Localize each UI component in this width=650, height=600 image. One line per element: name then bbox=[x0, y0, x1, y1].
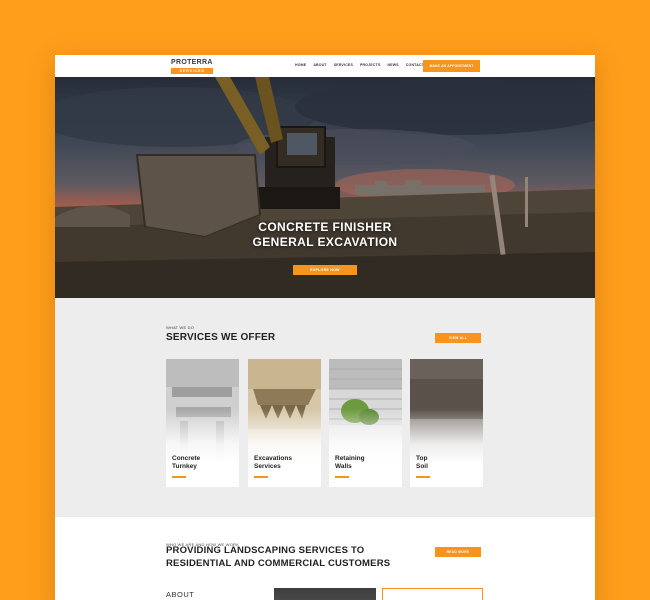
service-card-concrete[interactable]: Concrete Turnkey bbox=[166, 359, 239, 487]
about-section: WHO WE ARE AND HOW WE WORK PROVIDING LAN… bbox=[55, 517, 595, 600]
explore-now-button[interactable]: EXPLORE NOW bbox=[293, 265, 357, 275]
about-label: ABOUT bbox=[166, 590, 195, 599]
service-card-title: Top Soil bbox=[416, 455, 428, 470]
service-card-excavations[interactable]: Excavations Services bbox=[248, 359, 321, 487]
service-card-top-soil[interactable]: Top Soil bbox=[410, 359, 483, 487]
read-more-button[interactable]: READ MORE bbox=[435, 547, 481, 557]
services-eyebrow: WHAT WE DO bbox=[166, 325, 195, 330]
service-card-title: Retaining Walls bbox=[335, 455, 365, 470]
card-underline bbox=[254, 476, 268, 478]
card-underline bbox=[335, 476, 349, 478]
about-info-box bbox=[382, 588, 483, 600]
main-nav: HOME ABOUT SERVICES PROJECTS NEWS CONTAC… bbox=[295, 63, 424, 67]
nav-news[interactable]: NEWS bbox=[387, 63, 398, 67]
site-header: PROTERRA SERVICES HOME ABOUT SERVICES PR… bbox=[55, 55, 595, 77]
logo-tagline: SERVICES bbox=[171, 68, 213, 74]
service-card-title: Excavations Services bbox=[254, 455, 292, 470]
hero-title-line1: CONCRETE FINISHER bbox=[258, 220, 392, 234]
services-section: WHAT WE DO SERVICES WE OFFER VIEW ALL Co… bbox=[55, 298, 595, 517]
nav-home[interactable]: HOME bbox=[295, 63, 306, 67]
website-mockup: PROTERRA SERVICES HOME ABOUT SERVICES PR… bbox=[55, 55, 595, 600]
hero-banner: CONCRETE FINISHER GENERAL EXCAVATION EXP… bbox=[55, 77, 595, 298]
nav-about[interactable]: ABOUT bbox=[313, 63, 326, 67]
view-all-button[interactable]: VIEW ALL bbox=[435, 333, 481, 343]
nav-projects[interactable]: PROJECTS bbox=[360, 63, 380, 67]
appointment-button[interactable]: MAKE AN APPOINTMENT bbox=[423, 60, 480, 72]
logo-wordmark: PROTERRA bbox=[171, 59, 213, 66]
card-underline bbox=[416, 476, 430, 478]
about-image bbox=[274, 588, 376, 600]
nav-services[interactable]: SERVICES bbox=[334, 63, 353, 67]
card-underline bbox=[172, 476, 186, 478]
hero-title-line2: GENERAL EXCAVATION bbox=[252, 235, 398, 249]
logo[interactable]: PROTERRA SERVICES bbox=[171, 59, 213, 74]
services-title: SERVICES WE OFFER bbox=[166, 332, 276, 343]
about-title: PROVIDING LANDSCAPING SERVICES TO RESIDE… bbox=[166, 545, 391, 569]
service-card-retaining-walls[interactable]: Retaining Walls bbox=[329, 359, 402, 487]
service-card-title: Concrete Turnkey bbox=[172, 455, 201, 470]
nav-contact[interactable]: CONTACT bbox=[406, 63, 424, 67]
